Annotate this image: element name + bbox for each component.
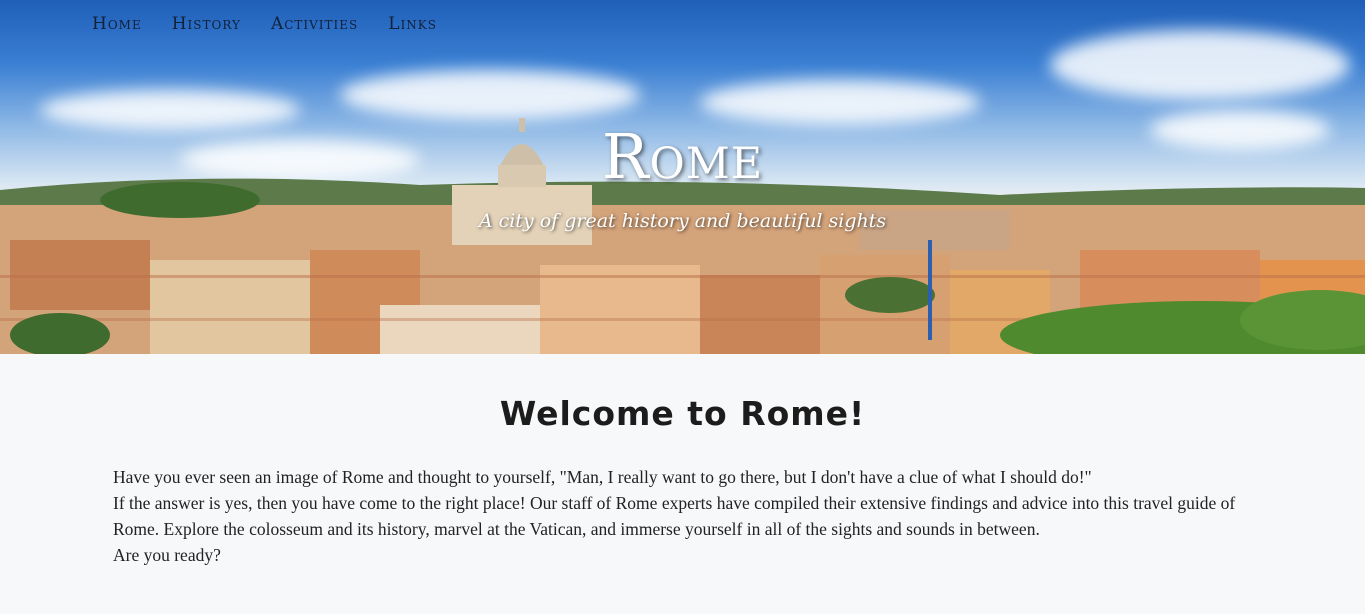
intro-paragraph: If the answer is yes, then you have come…: [113, 493, 1236, 539]
welcome-heading: Welcome to Rome!: [499, 394, 866, 433]
intro-paragraph: Are you ready?: [113, 545, 221, 565]
intro-paragraph: Have you ever seen an image of Rome and …: [113, 467, 1092, 487]
intro-text: Have you ever seen an image of Rome and …: [113, 464, 1253, 568]
